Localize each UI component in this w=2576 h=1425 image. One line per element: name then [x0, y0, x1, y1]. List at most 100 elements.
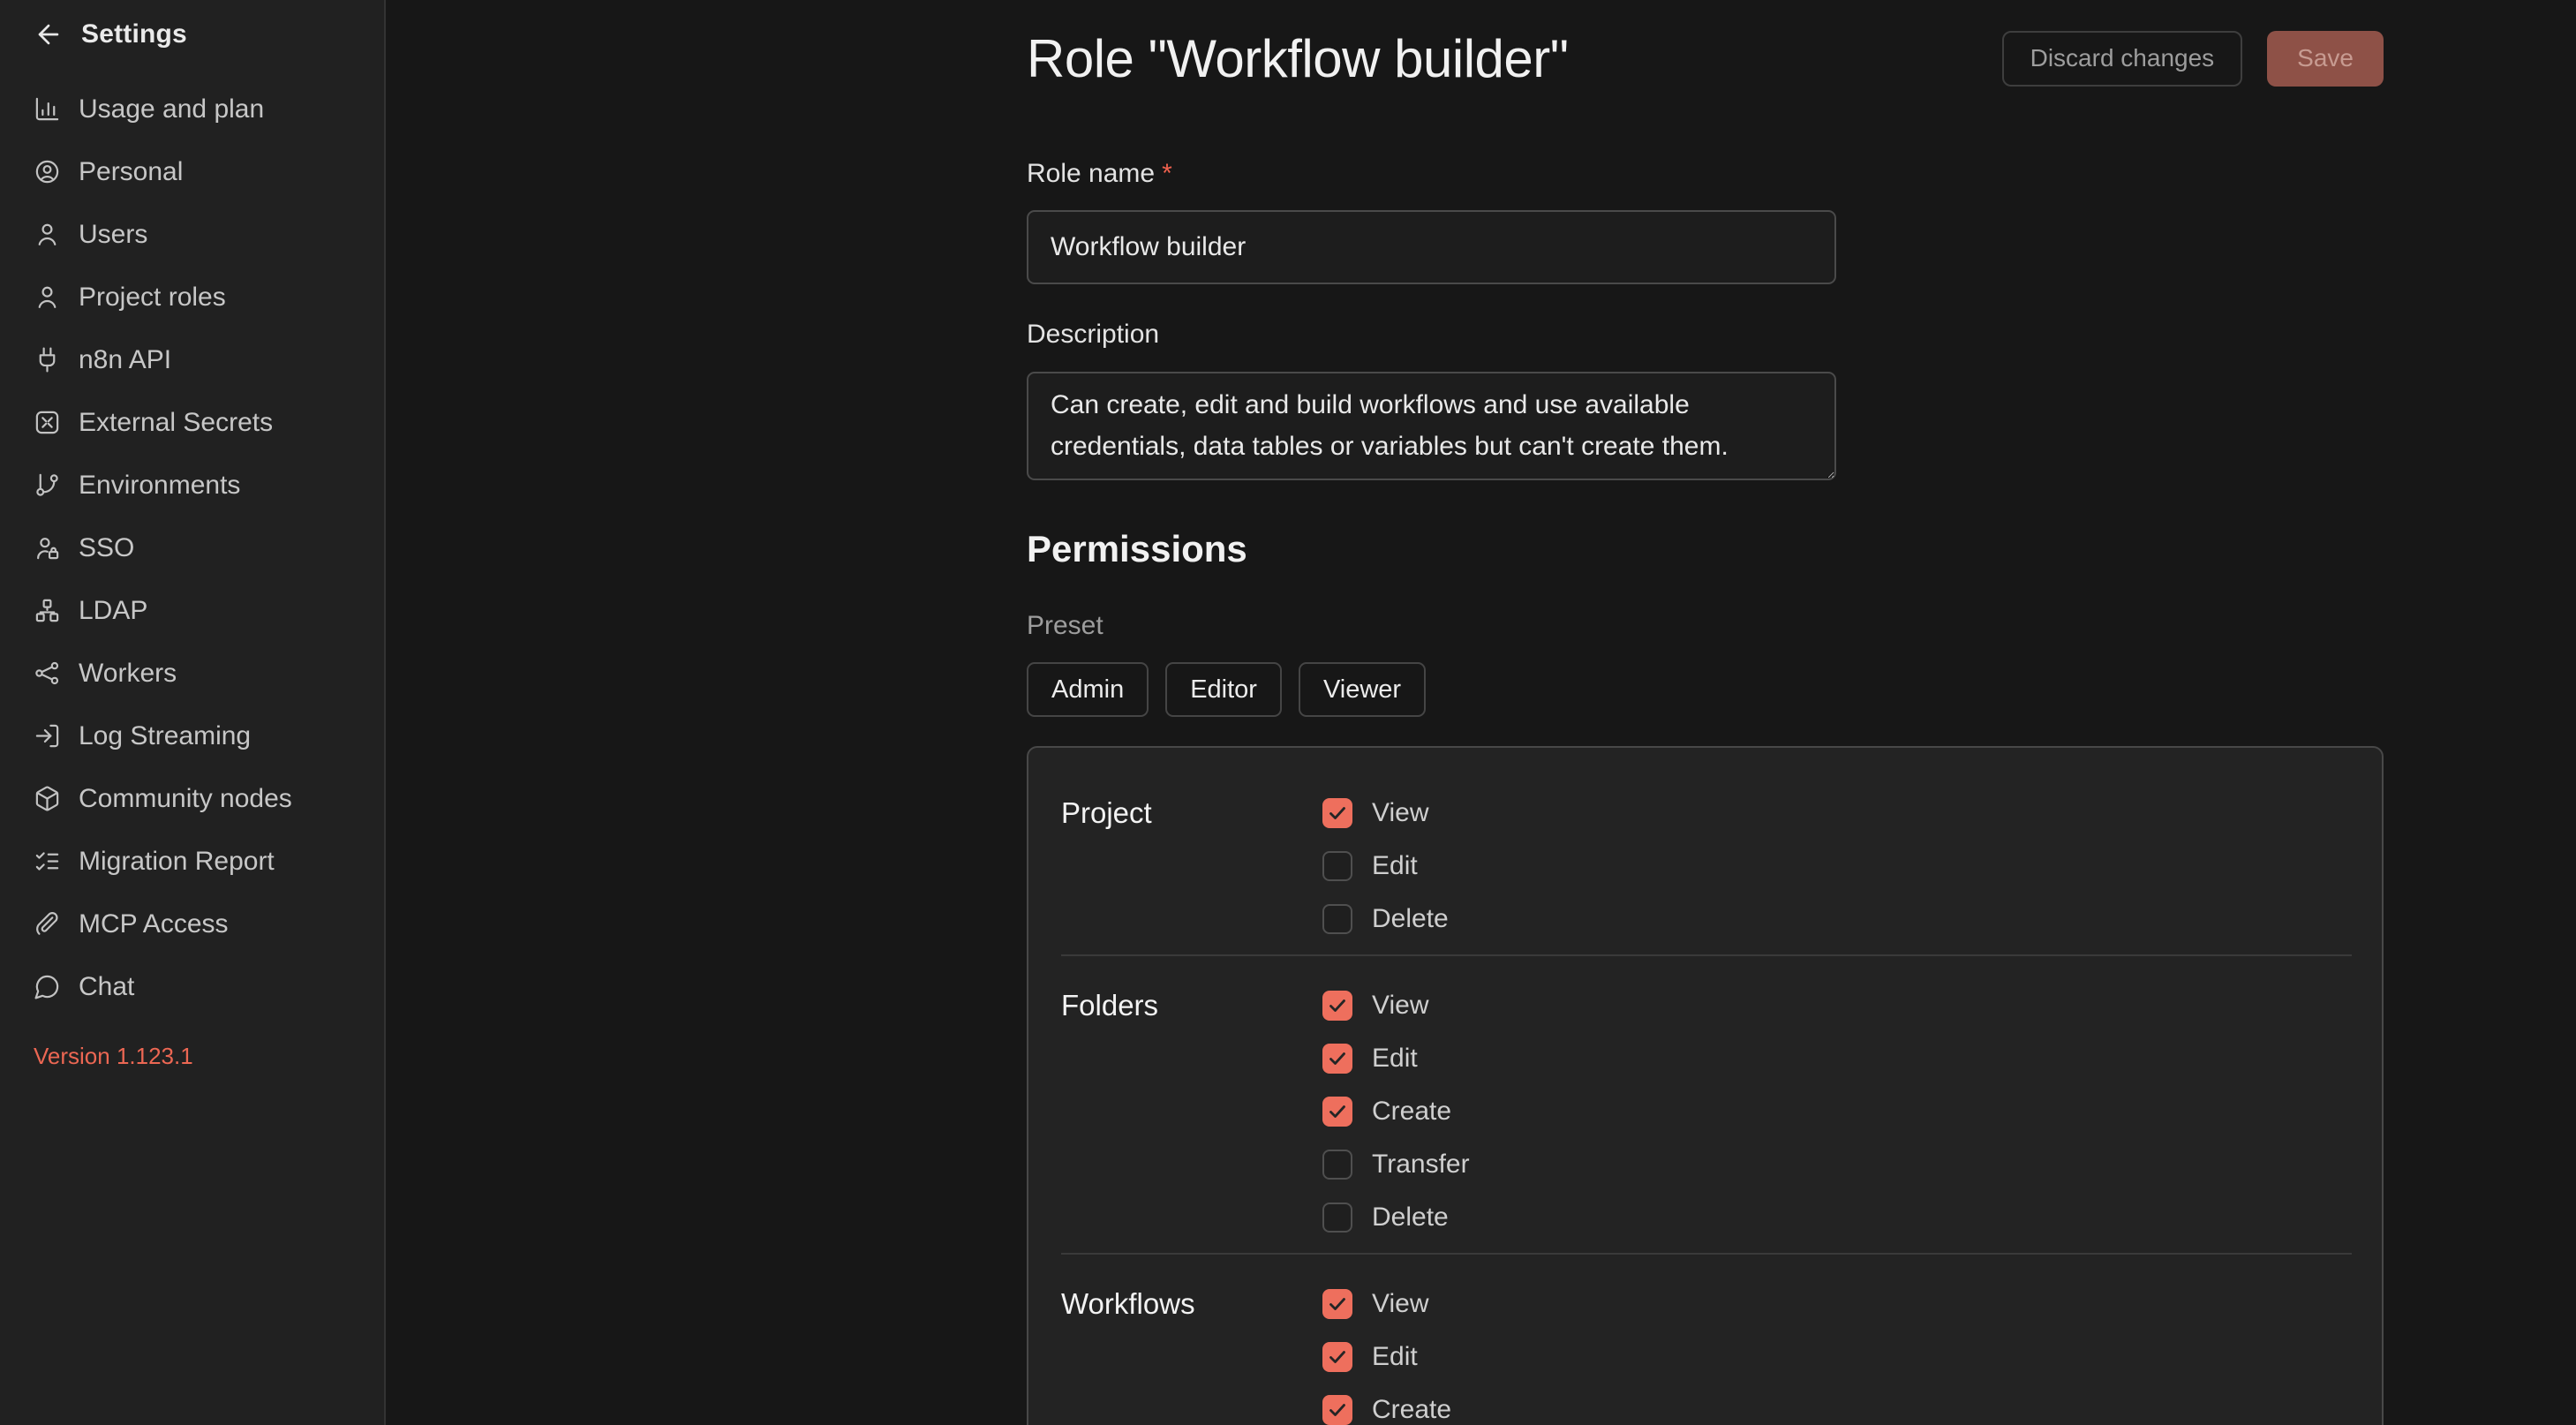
section-divider	[1061, 1253, 2352, 1255]
sidebar-item-community-nodes[interactable]: Community nodes	[34, 767, 384, 830]
git-branch-icon	[34, 471, 61, 499]
sidebar-item-usage-and-plan[interactable]: Usage and plan	[34, 78, 384, 140]
permission-row-project-edit[interactable]: Edit	[1322, 840, 2352, 893]
chart-column-icon	[34, 95, 61, 123]
preset-button-editor[interactable]: Editor	[1165, 662, 1282, 717]
permission-label: View	[1372, 991, 1428, 1021]
sidebar-item-chat[interactable]: Chat	[34, 955, 384, 1018]
permission-label: Edit	[1372, 1044, 1418, 1074]
sidebar-item-label: Usage and plan	[79, 96, 264, 123]
permission-checkbox[interactable]	[1322, 1150, 1352, 1180]
sidebar-item-personal[interactable]: Personal	[34, 140, 384, 203]
permission-row-workflows-create[interactable]: Create	[1322, 1384, 2352, 1425]
permission-row-folders-edit[interactable]: Edit	[1322, 1032, 2352, 1085]
sidebar-item-migration-report[interactable]: Migration Report	[34, 830, 384, 893]
permission-checkbox[interactable]	[1322, 1342, 1352, 1372]
preset-label: Preset	[1027, 611, 2384, 643]
sidebar-item-mcp-access[interactable]: MCP Access	[34, 893, 384, 955]
sidebar-item-label: SSO	[79, 535, 134, 562]
plug-icon	[34, 346, 61, 373]
permission-section-name: Workflows	[1061, 1278, 1322, 1425]
permission-section-workflows: Workflows View Edit Create	[1061, 1278, 2352, 1425]
sidebar-header: Settings	[34, 16, 384, 53]
permission-label: View	[1372, 798, 1428, 828]
sidebar-item-label: Workers	[79, 660, 177, 687]
discard-changes-button[interactable]: Discard changes	[2002, 31, 2243, 87]
permission-row-project-view[interactable]: View	[1322, 787, 2352, 840]
user-icon	[34, 283, 61, 311]
check-icon	[1327, 1048, 1348, 1069]
sidebar-item-workers[interactable]: Workers	[34, 642, 384, 705]
permission-checkbox[interactable]	[1322, 1044, 1352, 1074]
share-nodes-icon	[34, 660, 61, 687]
permission-row-folders-create[interactable]: Create	[1322, 1085, 2352, 1138]
list-checks-icon	[34, 848, 61, 875]
sidebar-item-label: Users	[79, 222, 147, 248]
user-circle-icon	[34, 158, 61, 185]
permission-checkbox[interactable]	[1322, 904, 1352, 934]
permission-section-folders: Folders View Edit Create Transfer Delete	[1061, 979, 2352, 1244]
sidebar-item-label: Community nodes	[79, 786, 292, 812]
sidebar-item-sso[interactable]: SSO	[34, 516, 384, 579]
sidebar-item-label: Project roles	[79, 284, 226, 311]
permission-checkbox[interactable]	[1322, 991, 1352, 1021]
paperclip-icon	[34, 910, 61, 938]
sidebar-item-label: Chat	[79, 974, 134, 1000]
description-label: Description	[1027, 320, 2384, 351]
permission-section-name: Folders	[1061, 979, 1322, 1244]
role-name-input[interactable]	[1027, 210, 1836, 284]
description-textarea[interactable]: Can create, edit and build workflows and…	[1027, 372, 1836, 480]
sidebar-item-project-roles[interactable]: Project roles	[34, 266, 384, 328]
sidebar-item-n8n-api[interactable]: n8n API	[34, 328, 384, 391]
permission-checkbox[interactable]	[1322, 1289, 1352, 1319]
sidebar-item-ldap[interactable]: LDAP	[34, 579, 384, 642]
permission-label: Transfer	[1372, 1150, 1470, 1180]
permission-row-workflows-view[interactable]: View	[1322, 1278, 2352, 1331]
permission-checkbox[interactable]	[1322, 798, 1352, 828]
main-content: Role "Workflow builder" Discard changes …	[388, 0, 2576, 1425]
permission-label: Edit	[1372, 851, 1418, 881]
permission-row-folders-view[interactable]: View	[1322, 979, 2352, 1032]
log-in-icon	[34, 722, 61, 750]
permission-section-project: Project View Edit Delete	[1061, 787, 2352, 946]
permission-checkbox[interactable]	[1322, 1395, 1352, 1425]
message-circle-icon	[34, 973, 61, 1000]
vault-icon	[34, 409, 61, 436]
sidebar-item-label: Migration Report	[79, 848, 275, 875]
permission-label: View	[1372, 1289, 1428, 1319]
permission-row-folders-delete[interactable]: Delete	[1322, 1191, 2352, 1244]
page-header: Role "Workflow builder" Discard changes …	[1027, 0, 2384, 90]
permission-row-workflows-edit[interactable]: Edit	[1322, 1331, 2352, 1384]
version-label: Version 1.123.1	[34, 1043, 384, 1070]
permission-section-name: Project	[1061, 787, 1322, 946]
sidebar-item-users[interactable]: Users	[34, 203, 384, 266]
permission-row-folders-transfer[interactable]: Transfer	[1322, 1138, 2352, 1191]
sidebar-item-label: n8n API	[79, 347, 171, 373]
sidebar-item-log-streaming[interactable]: Log Streaming	[34, 705, 384, 767]
permission-row-project-delete[interactable]: Delete	[1322, 893, 2352, 946]
permission-checkbox[interactable]	[1322, 851, 1352, 881]
box-icon	[34, 785, 61, 812]
settings-sidebar: Settings Usage and plan Personal Users P…	[0, 0, 386, 1425]
preset-button-admin[interactable]: Admin	[1027, 662, 1149, 717]
user-icon	[34, 221, 61, 248]
check-icon	[1327, 1101, 1348, 1122]
section-divider	[1061, 954, 2352, 956]
preset-button-viewer[interactable]: Viewer	[1299, 662, 1426, 717]
sidebar-item-external-secrets[interactable]: External Secrets	[34, 391, 384, 454]
required-asterisk: *	[1162, 159, 1172, 188]
permission-label: Create	[1372, 1097, 1451, 1127]
permission-label: Edit	[1372, 1342, 1418, 1372]
permission-checkbox[interactable]	[1322, 1097, 1352, 1127]
back-arrow-icon[interactable]	[34, 19, 64, 49]
permission-label: Create	[1372, 1395, 1451, 1425]
check-icon	[1327, 1346, 1348, 1368]
sidebar-item-label: LDAP	[79, 598, 147, 624]
check-icon	[1327, 1399, 1348, 1421]
permissions-heading: Permissions	[1027, 528, 2384, 574]
sidebar-item-environments[interactable]: Environments	[34, 454, 384, 516]
permission-checkbox[interactable]	[1322, 1203, 1352, 1233]
settings-nav: Usage and plan Personal Users Project ro…	[34, 78, 384, 1018]
save-button[interactable]: Save	[2267, 31, 2384, 87]
role-name-label: Role name*	[1027, 159, 2384, 191]
